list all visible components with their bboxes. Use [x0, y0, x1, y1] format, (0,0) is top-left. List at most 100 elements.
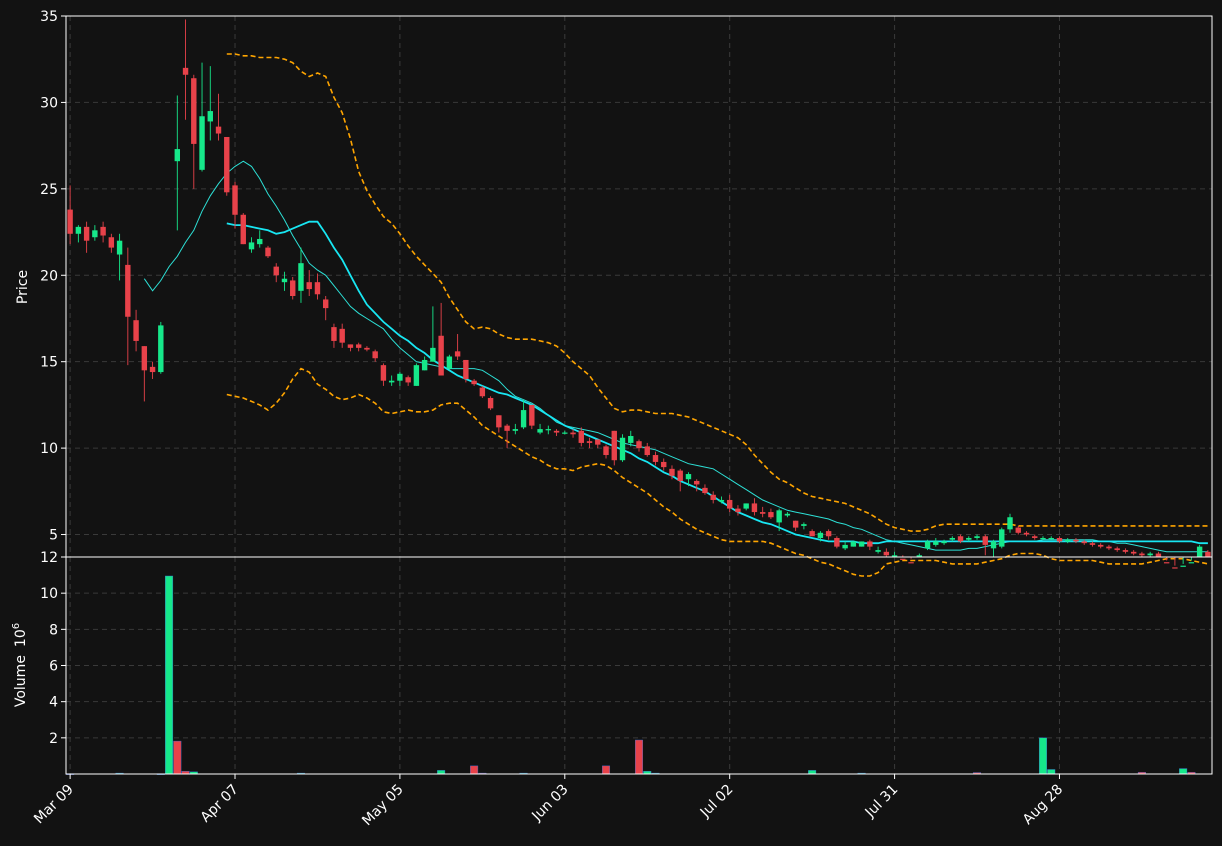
price-tick-label: 10: [40, 441, 58, 457]
candle-body: [669, 468, 675, 476]
candle-body: [883, 551, 890, 556]
price-tick-label: 30: [40, 95, 58, 111]
candle-body: [570, 432, 576, 435]
candle: [479, 385, 486, 398]
candle: [999, 527, 1005, 549]
volume-tick-label: 6: [49, 659, 58, 675]
candle-body: [586, 441, 593, 443]
candle-body: [496, 415, 502, 428]
candle-body: [726, 499, 733, 509]
candle-body: [768, 512, 774, 518]
candle-body: [339, 328, 345, 343]
candle-body: [603, 446, 609, 456]
candle-body: [388, 380, 395, 383]
candle-body: [149, 366, 156, 373]
candle-body: [1106, 546, 1112, 549]
candle-body: [108, 237, 115, 248]
candle-body: [850, 541, 857, 547]
candle-body: [174, 149, 181, 162]
candle-body: [562, 432, 568, 434]
candle: [446, 354, 453, 371]
candle-body: [1081, 541, 1087, 544]
candle-body: [1040, 537, 1046, 540]
candle: [487, 396, 494, 411]
price-tick-label: 35: [40, 9, 58, 25]
candle-body: [619, 437, 626, 461]
candle-body: [413, 365, 420, 386]
candle-body: [463, 359, 469, 379]
volume-bar: [1047, 769, 1056, 775]
candle-body: [454, 351, 461, 357]
candle-body: [1122, 550, 1129, 552]
candle-body: [347, 344, 354, 348]
volume-tick-label: 4: [49, 695, 58, 711]
candle-body: [265, 247, 271, 257]
candle-body: [900, 558, 906, 560]
candle-body: [331, 327, 337, 341]
candle-body: [702, 487, 708, 494]
volume-bar: [602, 765, 611, 775]
volume-tick-label: 10: [40, 586, 58, 602]
volume-axis-label: Volume 106: [11, 623, 29, 707]
candle-body: [545, 429, 552, 431]
candle-body: [199, 116, 205, 170]
candle-body: [751, 503, 758, 513]
candle-body: [1155, 553, 1162, 557]
candle-body: [908, 562, 914, 564]
candle-body: [529, 404, 535, 426]
candle-body: [158, 325, 164, 373]
candle-body: [1130, 551, 1137, 554]
candle-body: [636, 441, 642, 449]
candle-body: [842, 544, 848, 549]
price-tick-label: 20: [40, 268, 58, 284]
candle-body: [479, 387, 486, 397]
candle-body: [1172, 567, 1178, 569]
candle-body: [834, 537, 840, 547]
candle-body: [685, 474, 692, 480]
candle: [611, 430, 617, 466]
volume-bar: [437, 770, 446, 775]
candle-body: [405, 377, 411, 383]
candle-body: [92, 230, 98, 238]
candle-body: [355, 344, 362, 348]
candle-body: [248, 242, 255, 250]
candle-body: [999, 529, 1005, 547]
candle-body: [718, 499, 725, 502]
candle: [224, 136, 230, 196]
candle-body: [1056, 537, 1063, 542]
volume-bar: [1038, 737, 1047, 775]
candle-body: [982, 536, 988, 545]
candle-body: [67, 209, 73, 234]
price-tick-label: 15: [40, 355, 58, 371]
candle: [850, 541, 857, 547]
candle-body: [1196, 546, 1203, 557]
candle-body: [1073, 539, 1079, 542]
price-axis-label: Price: [15, 270, 31, 304]
candle-body: [1007, 517, 1013, 530]
candle-body: [380, 365, 387, 381]
candle-body: [446, 356, 453, 369]
candle: [413, 363, 420, 386]
candle-body: [553, 430, 560, 433]
candle-body: [710, 494, 716, 500]
candle-body: [430, 347, 436, 362]
candle-body: [1065, 539, 1071, 542]
candle: [1196, 544, 1203, 557]
candle-body: [1048, 537, 1054, 540]
volume-tick-label: 8: [49, 622, 58, 638]
volume-axis-unit-exponent: 6: [11, 623, 22, 629]
volume-bar: [808, 770, 817, 775]
candle-body: [133, 320, 139, 341]
candle: [619, 434, 626, 462]
candle-body: [1163, 562, 1170, 564]
candle-body: [273, 266, 279, 276]
candle: [158, 321, 164, 374]
candle-body: [784, 513, 791, 516]
candle-body: [75, 226, 82, 234]
chart-background: [0, 0, 1222, 846]
stock-chart: 5101520253035 24681012 Mar 09 Apr 07 May 0…: [0, 0, 1222, 846]
candle-body: [182, 67, 189, 75]
candle-body: [314, 282, 321, 295]
volume-bar: [173, 740, 182, 775]
candle-body: [735, 508, 741, 513]
